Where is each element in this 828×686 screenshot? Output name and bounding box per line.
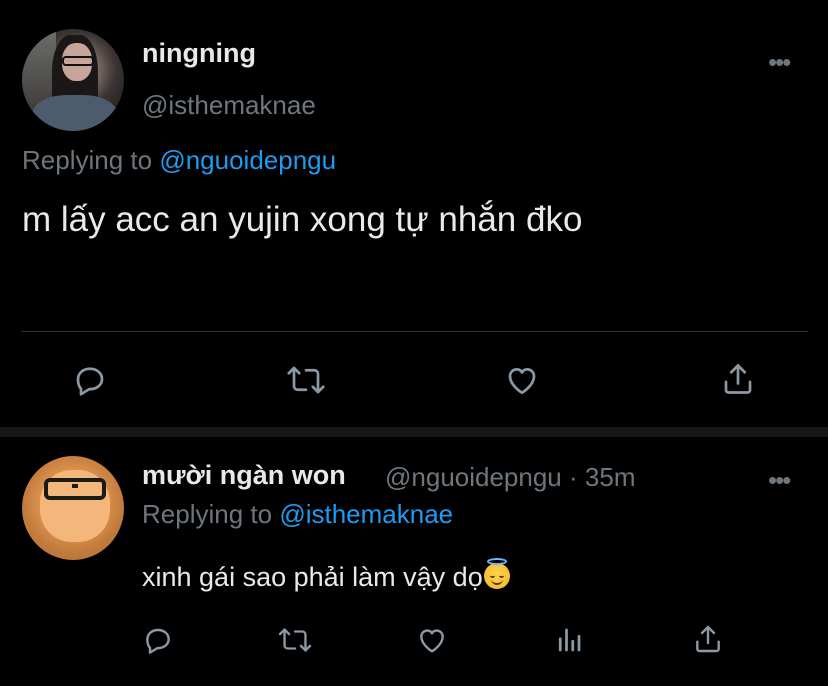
analytics-icon[interactable] [554,624,584,656]
reply-author-handle[interactable]: @nguoidepngu [385,462,562,492]
avatar-glasses-bridge [72,484,78,488]
reply-author-name[interactable]: mười ngàn won [142,460,346,491]
reply-icon[interactable] [72,362,108,398]
halo-emoji-icon [483,558,510,589]
reply-meta: @nguoidepngu · 35m [385,462,636,493]
replying-to-label: Replying to [142,499,280,529]
reply-text: xinh gái sao phải làm vậy dọ [142,562,483,592]
author-handle[interactable]: @isthemaknae [142,90,316,121]
retweet-icon[interactable] [286,362,326,398]
meta-separator: · [569,462,578,492]
avatar-glasses [62,56,94,66]
author-avatar[interactable] [22,29,124,131]
more-options-icon[interactable]: ••• [768,47,791,78]
reply-author-avatar[interactable] [22,456,124,560]
divider [22,331,808,332]
reply-timestamp[interactable]: 35m [585,462,636,492]
tweet-text: m lấy acc an yujin xong tự nhắn đko [22,200,583,239]
avatar-glasses [44,478,106,500]
share-icon[interactable] [692,622,724,656]
like-icon[interactable] [416,624,448,656]
reply-icon[interactable] [142,624,174,656]
avatar-jacket [32,95,118,131]
replying-to-mention[interactable]: @nguoidepngu [159,145,336,175]
retweet-icon[interactable] [278,624,312,656]
thread-separator [0,427,828,437]
share-icon[interactable] [720,360,756,398]
reply-more-options-icon[interactable]: ••• [768,465,791,496]
replying-to-mention[interactable]: @isthemaknae [279,499,453,529]
reply-text-line: xinh gái sao phải làm vậy dọ [142,558,510,593]
reply-replying-to-line: Replying to @isthemaknae [142,499,453,530]
replying-to-label: Replying to [22,145,160,175]
author-name[interactable]: ningning [142,38,256,69]
like-icon[interactable] [503,362,541,398]
replying-to-line: Replying to @nguoidepngu [22,145,336,176]
